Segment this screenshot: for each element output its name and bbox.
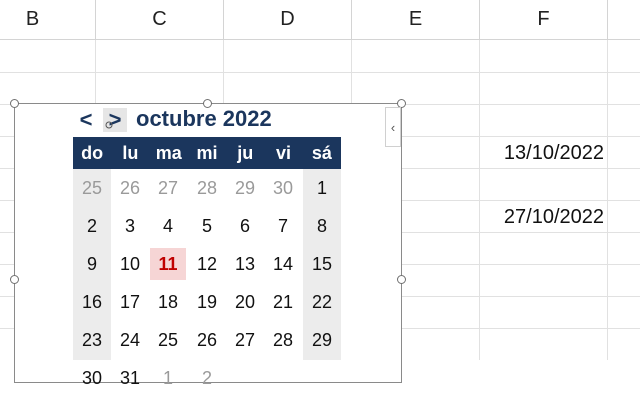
column-header-label: D — [280, 8, 295, 30]
column-header-d[interactable]: D — [224, 0, 352, 40]
calendar-day[interactable]: 18 — [149, 283, 187, 321]
calendar-day[interactable]: 14 — [264, 245, 302, 283]
calendar-day[interactable]: 26 — [111, 169, 149, 207]
calendar-day[interactable]: 17 — [111, 283, 149, 321]
previous-month-button[interactable]: < — [76, 107, 96, 132]
calendar-day[interactable]: 19 — [188, 283, 226, 321]
calendar-day[interactable]: 23 — [73, 321, 111, 359]
calendar-day[interactable]: 5 — [188, 207, 226, 245]
calendar-day[interactable]: 25 — [149, 321, 187, 359]
calendar-day[interactable]: 26 — [188, 321, 226, 359]
resize-handle-top-left[interactable] — [10, 99, 19, 108]
column-header-c[interactable]: C — [96, 0, 224, 40]
calendar-day[interactable]: 7 — [264, 207, 302, 245]
calendar-day[interactable]: 24 — [111, 321, 149, 359]
calendar-day[interactable]: 4 — [149, 207, 187, 245]
grid-line — [0, 72, 640, 73]
weekday-label: lu — [122, 142, 139, 163]
weekday-label: ma — [155, 142, 182, 163]
resize-handle-left[interactable] — [10, 275, 19, 284]
calendar-day[interactable]: 1 — [149, 359, 187, 397]
calendar-day[interactable]: 22 — [303, 283, 341, 321]
calendar-day[interactable]: 10 — [111, 245, 149, 283]
weekday-label: do — [81, 142, 104, 163]
weekday-label: ju — [237, 142, 254, 163]
collapse-panel-button[interactable]: ‹ — [385, 107, 401, 147]
column-header-label: B — [25, 8, 40, 30]
calendar-day[interactable]: 1 — [303, 169, 341, 207]
date-cell[interactable]: 27/10/2022 — [482, 206, 604, 229]
calendar-day[interactable]: 2 — [188, 359, 226, 397]
calendar-day-today[interactable]: 11 — [150, 248, 186, 280]
column-header-label: C — [152, 8, 167, 30]
weekday-header: do lu ma mi ju vi sá — [73, 137, 341, 169]
next-month-button[interactable]: > — [103, 107, 127, 132]
calendar-day[interactable]: 28 — [264, 321, 302, 359]
chevron-left-icon: ‹ — [390, 119, 396, 135]
calendar-day[interactable]: 28 — [188, 169, 226, 207]
resize-handle-right[interactable] — [397, 275, 406, 284]
calendar-day[interactable]: 30 — [264, 169, 302, 207]
calendar-day[interactable]: 21 — [264, 283, 302, 321]
column-header-f[interactable]: F — [480, 0, 608, 40]
calendar-day[interactable]: 29 — [226, 169, 264, 207]
calendar-day[interactable]: 2 — [73, 207, 111, 245]
calendar-day[interactable]: 15 — [303, 245, 341, 283]
calendar-day[interactable]: 20 — [226, 283, 264, 321]
calendar-day[interactable]: 6 — [226, 207, 264, 245]
calendar-day[interactable]: 13 — [226, 245, 264, 283]
month-title: octubre 2022 — [136, 106, 272, 131]
calendar-day[interactable]: 27 — [149, 169, 187, 207]
column-header-e[interactable]: E — [352, 0, 480, 40]
calendar-day[interactable]: 29 — [303, 321, 341, 359]
calendar-day[interactable]: 16 — [73, 283, 111, 321]
calendar-day[interactable]: 27 — [226, 321, 264, 359]
calendar-day[interactable]: 9 — [73, 245, 111, 283]
date-cell[interactable]: 13/10/2022 — [482, 142, 604, 165]
weekday-label: vi — [276, 142, 292, 163]
calendar-day[interactable]: 31 — [111, 359, 149, 397]
calendar-day[interactable]: 3 — [111, 207, 149, 245]
calendar-day[interactable]: 30 — [73, 359, 111, 397]
column-header-label: E — [408, 8, 423, 30]
calendar-day[interactable]: 12 — [188, 245, 226, 283]
column-header-b[interactable]: B — [0, 0, 96, 40]
prev-label: < — [79, 107, 93, 132]
mouse-cursor-icon — [105, 121, 113, 129]
column-header-g[interactable] — [608, 0, 640, 40]
weekday-label: mi — [196, 142, 218, 163]
weekday-label: sá — [311, 142, 332, 163]
calendar-day[interactable]: 25 — [73, 169, 111, 207]
calendar-day[interactable]: 8 — [303, 207, 341, 245]
column-header-label: F — [537, 8, 550, 30]
